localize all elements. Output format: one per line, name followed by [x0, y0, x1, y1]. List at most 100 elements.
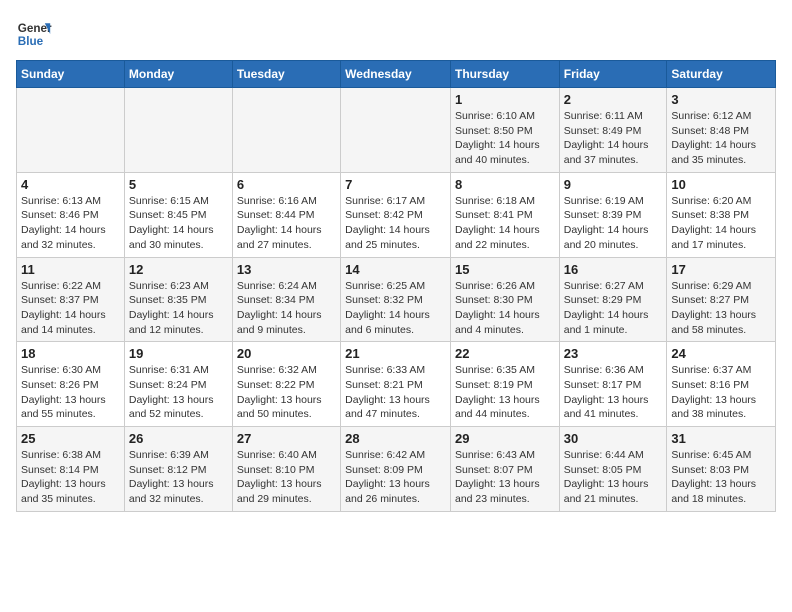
day-cell: 17 Sunrise: 6:29 AM Sunset: 8:27 PM Dayli… — [667, 257, 776, 342]
day-number: 1 — [455, 92, 555, 107]
day-number: 8 — [455, 177, 555, 192]
day-number: 9 — [564, 177, 663, 192]
day-header-wednesday: Wednesday — [341, 61, 451, 88]
day-info: Sunrise: 6:22 AM Sunset: 8:37 PM Dayligh… — [21, 279, 120, 338]
day-info: Sunrise: 6:18 AM Sunset: 8:41 PM Dayligh… — [455, 194, 555, 253]
day-info: Sunrise: 6:11 AM Sunset: 8:49 PM Dayligh… — [564, 109, 663, 168]
day-info: Sunrise: 6:13 AM Sunset: 8:46 PM Dayligh… — [21, 194, 120, 253]
day-info: Sunrise: 6:39 AM Sunset: 8:12 PM Dayligh… — [129, 448, 228, 507]
day-cell: 25 Sunrise: 6:38 AM Sunset: 8:14 PM Dayli… — [17, 427, 125, 512]
day-number: 14 — [345, 262, 446, 277]
day-info: Sunrise: 6:16 AM Sunset: 8:44 PM Dayligh… — [237, 194, 336, 253]
day-number: 31 — [671, 431, 771, 446]
day-cell: 23 Sunrise: 6:36 AM Sunset: 8:17 PM Dayli… — [559, 342, 667, 427]
day-cell: 3Sunrise: 6:12 AM Sunset: 8:48 PM Daylig… — [667, 88, 776, 173]
day-info: Sunrise: 6:43 AM Sunset: 8:07 PM Dayligh… — [455, 448, 555, 507]
day-cell: 13Sunrise: 6:24 AM Sunset: 8:34 PM Dayli… — [232, 257, 340, 342]
day-number: 25 — [21, 431, 120, 446]
day-cell — [124, 88, 232, 173]
day-cell: 27 Sunrise: 6:40 AM Sunset: 8:10 PM Dayli… — [232, 427, 340, 512]
day-header-thursday: Thursday — [450, 61, 559, 88]
day-info: Sunrise: 6:45 AM Sunset: 8:03 PM Dayligh… — [671, 448, 771, 507]
day-cell: 22 Sunrise: 6:35 AM Sunset: 8:19 PM Dayli… — [450, 342, 559, 427]
day-cell — [232, 88, 340, 173]
day-number: 27 — [237, 431, 336, 446]
day-info: Sunrise: 6:24 AM Sunset: 8:34 PM Dayligh… — [237, 279, 336, 338]
day-cell: 9 Sunrise: 6:19 AM Sunset: 8:39 PM Daylig… — [559, 172, 667, 257]
week-row-5: 25 Sunrise: 6:38 AM Sunset: 8:14 PM Dayli… — [17, 427, 776, 512]
day-cell: 21Sunrise: 6:33 AM Sunset: 8:21 PM Dayli… — [341, 342, 451, 427]
day-number: 17 — [671, 262, 771, 277]
day-cell — [17, 88, 125, 173]
day-header-monday: Monday — [124, 61, 232, 88]
day-info: Sunrise: 6:15 AM Sunset: 8:45 PM Dayligh… — [129, 194, 228, 253]
day-cell: 14 Sunrise: 6:25 AM Sunset: 8:32 PM Dayli… — [341, 257, 451, 342]
week-row-4: 18 Sunrise: 6:30 AM Sunset: 8:26 PM Dayli… — [17, 342, 776, 427]
day-info: Sunrise: 6:40 AM Sunset: 8:10 PM Dayligh… — [237, 448, 336, 507]
day-number: 4 — [21, 177, 120, 192]
day-cell: 2 Sunrise: 6:11 AM Sunset: 8:49 PM Daylig… — [559, 88, 667, 173]
day-cell: 26 Sunrise: 6:39 AM Sunset: 8:12 PM Dayli… — [124, 427, 232, 512]
day-number: 22 — [455, 346, 555, 361]
day-info: Sunrise: 6:25 AM Sunset: 8:32 PM Dayligh… — [345, 279, 446, 338]
calendar-body: 1Sunrise: 6:10 AM Sunset: 8:50 PM Daylig… — [17, 88, 776, 512]
day-number: 7 — [345, 177, 446, 192]
day-number: 18 — [21, 346, 120, 361]
day-info: Sunrise: 6:42 AM Sunset: 8:09 PM Dayligh… — [345, 448, 446, 507]
day-info: Sunrise: 6:35 AM Sunset: 8:19 PM Dayligh… — [455, 363, 555, 422]
day-number: 20 — [237, 346, 336, 361]
day-cell: 7 Sunrise: 6:17 AM Sunset: 8:42 PM Daylig… — [341, 172, 451, 257]
day-cell: 1Sunrise: 6:10 AM Sunset: 8:50 PM Daylig… — [450, 88, 559, 173]
day-info: Sunrise: 6:26 AM Sunset: 8:30 PM Dayligh… — [455, 279, 555, 338]
day-info: Sunrise: 6:44 AM Sunset: 8:05 PM Dayligh… — [564, 448, 663, 507]
day-number: 28 — [345, 431, 446, 446]
day-info: Sunrise: 6:38 AM Sunset: 8:14 PM Dayligh… — [21, 448, 120, 507]
logo: General Blue — [16, 16, 52, 52]
page-header: General Blue — [16, 16, 776, 52]
day-info: Sunrise: 6:27 AM Sunset: 8:29 PM Dayligh… — [564, 279, 663, 338]
day-cell: 6Sunrise: 6:16 AM Sunset: 8:44 PM Daylig… — [232, 172, 340, 257]
day-cell — [341, 88, 451, 173]
day-number: 5 — [129, 177, 228, 192]
day-info: Sunrise: 6:31 AM Sunset: 8:24 PM Dayligh… — [129, 363, 228, 422]
day-number: 16 — [564, 262, 663, 277]
day-info: Sunrise: 6:30 AM Sunset: 8:26 PM Dayligh… — [21, 363, 120, 422]
days-header-row: SundayMondayTuesdayWednesdayThursdayFrid… — [17, 61, 776, 88]
day-number: 19 — [129, 346, 228, 361]
day-number: 12 — [129, 262, 228, 277]
day-info: Sunrise: 6:37 AM Sunset: 8:16 PM Dayligh… — [671, 363, 771, 422]
day-info: Sunrise: 6:29 AM Sunset: 8:27 PM Dayligh… — [671, 279, 771, 338]
day-info: Sunrise: 6:20 AM Sunset: 8:38 PM Dayligh… — [671, 194, 771, 253]
day-cell: 12 Sunrise: 6:23 AM Sunset: 8:35 PM Dayli… — [124, 257, 232, 342]
day-cell: 18 Sunrise: 6:30 AM Sunset: 8:26 PM Dayli… — [17, 342, 125, 427]
day-cell: 4 Sunrise: 6:13 AM Sunset: 8:46 PM Daylig… — [17, 172, 125, 257]
day-info: Sunrise: 6:19 AM Sunset: 8:39 PM Dayligh… — [564, 194, 663, 253]
day-cell: 10 Sunrise: 6:20 AM Sunset: 8:38 PM Dayli… — [667, 172, 776, 257]
day-info: Sunrise: 6:12 AM Sunset: 8:48 PM Dayligh… — [671, 109, 771, 168]
day-number: 30 — [564, 431, 663, 446]
day-header-friday: Friday — [559, 61, 667, 88]
day-cell: 5 Sunrise: 6:15 AM Sunset: 8:45 PM Daylig… — [124, 172, 232, 257]
day-header-saturday: Saturday — [667, 61, 776, 88]
day-cell: 20 Sunrise: 6:32 AM Sunset: 8:22 PM Dayli… — [232, 342, 340, 427]
day-number: 29 — [455, 431, 555, 446]
day-number: 2 — [564, 92, 663, 107]
day-number: 11 — [21, 262, 120, 277]
day-cell: 19 Sunrise: 6:31 AM Sunset: 8:24 PM Dayli… — [124, 342, 232, 427]
day-cell: 8 Sunrise: 6:18 AM Sunset: 8:41 PM Daylig… — [450, 172, 559, 257]
day-cell: 28 Sunrise: 6:42 AM Sunset: 8:09 PM Dayli… — [341, 427, 451, 512]
day-number: 10 — [671, 177, 771, 192]
day-info: Sunrise: 6:36 AM Sunset: 8:17 PM Dayligh… — [564, 363, 663, 422]
week-row-2: 4 Sunrise: 6:13 AM Sunset: 8:46 PM Daylig… — [17, 172, 776, 257]
day-info: Sunrise: 6:23 AM Sunset: 8:35 PM Dayligh… — [129, 279, 228, 338]
day-info: Sunrise: 6:17 AM Sunset: 8:42 PM Dayligh… — [345, 194, 446, 253]
week-row-3: 11 Sunrise: 6:22 AM Sunset: 8:37 PM Dayli… — [17, 257, 776, 342]
day-cell: 15 Sunrise: 6:26 AM Sunset: 8:30 PM Dayli… — [450, 257, 559, 342]
day-number: 15 — [455, 262, 555, 277]
day-info: Sunrise: 6:32 AM Sunset: 8:22 PM Dayligh… — [237, 363, 336, 422]
day-number: 26 — [129, 431, 228, 446]
svg-text:Blue: Blue — [18, 35, 44, 48]
day-cell: 29 Sunrise: 6:43 AM Sunset: 8:07 PM Dayli… — [450, 427, 559, 512]
day-number: 23 — [564, 346, 663, 361]
calendar-table: SundayMondayTuesdayWednesdayThursdayFrid… — [16, 60, 776, 512]
